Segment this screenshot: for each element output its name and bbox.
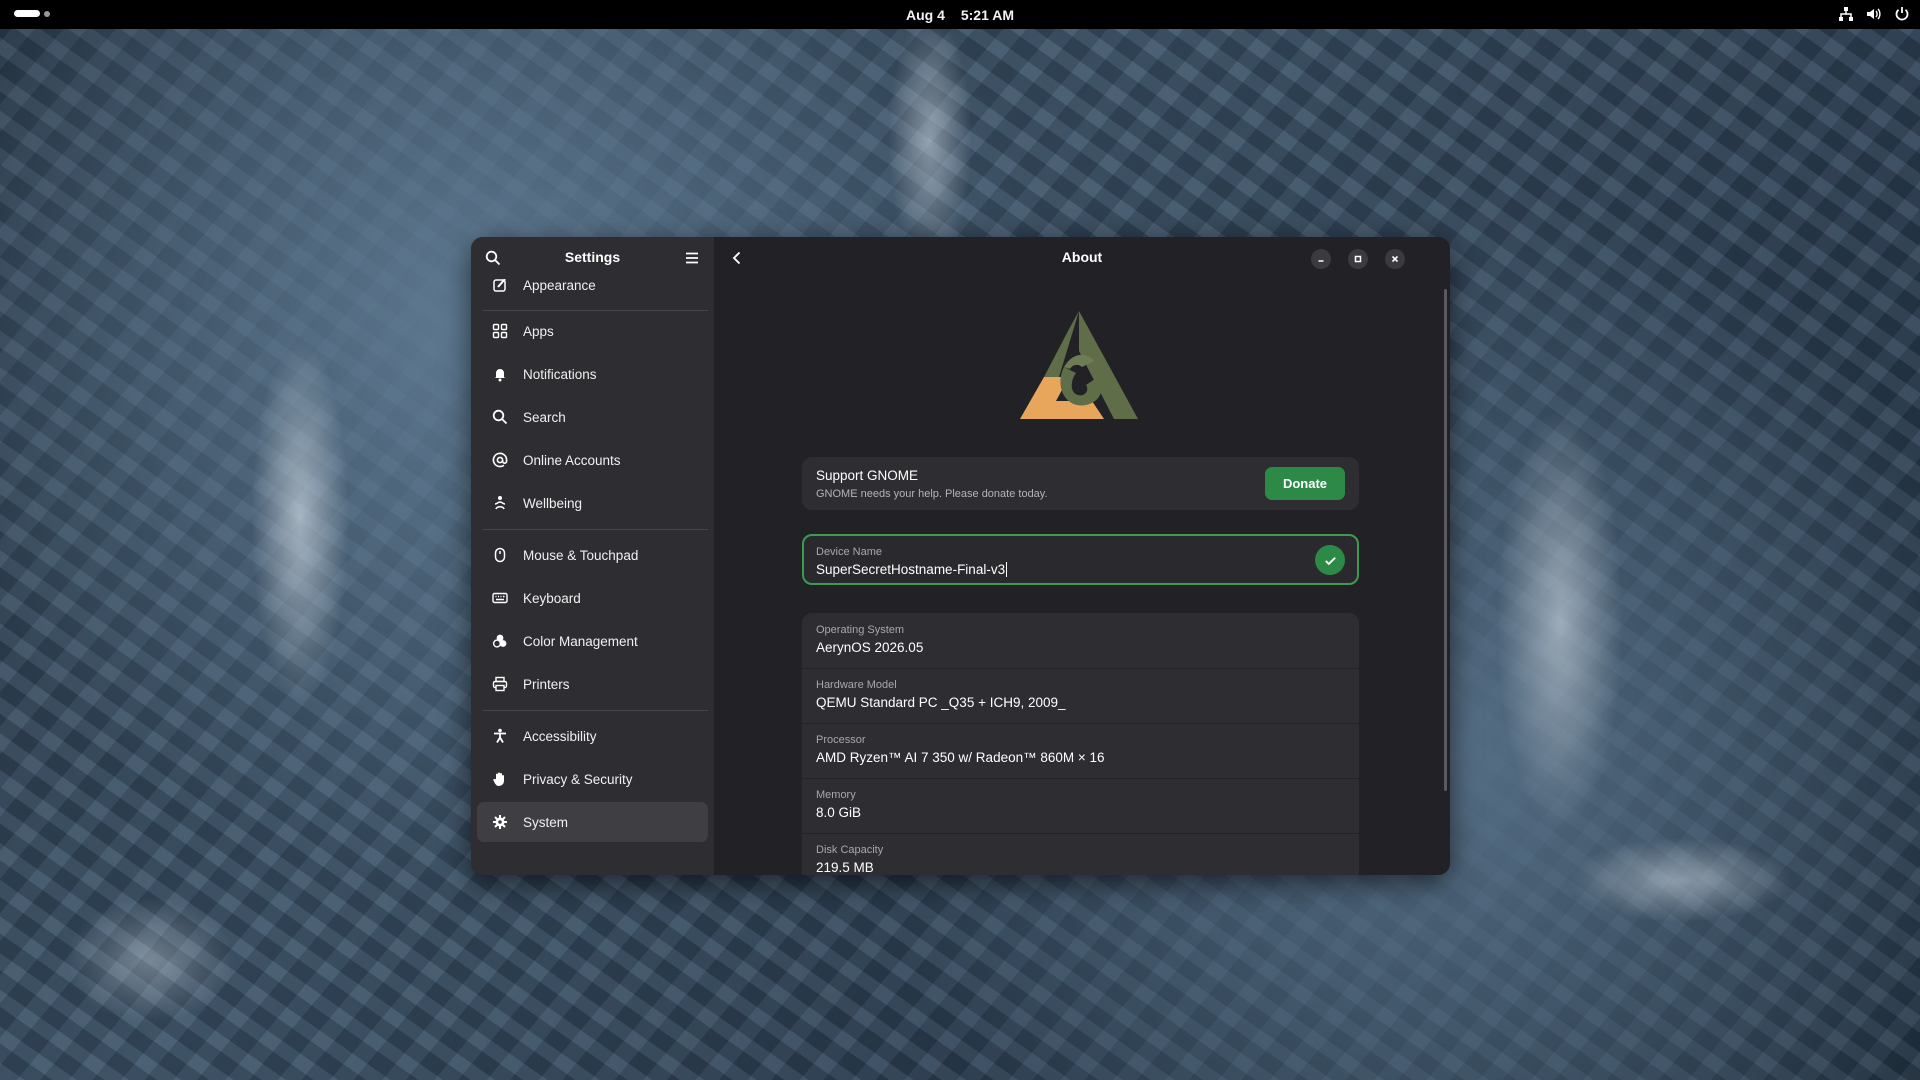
printer-icon (491, 675, 509, 693)
info-row-processor: Processor AMD Ryzen™ AI 7 350 w/ Radeon™… (802, 723, 1359, 779)
info-label: Hardware Model (816, 679, 897, 691)
confirm-button[interactable] (1315, 545, 1345, 575)
bell-icon (491, 365, 509, 383)
close-icon (1391, 255, 1399, 263)
page-title: About (1061, 249, 1103, 265)
clock-date: Aug 4 (905, 6, 945, 23)
sidebar: Settings Appearance Apps Notifications S… (471, 237, 714, 875)
color-icon (491, 632, 509, 650)
sidebar-item-wellbeing[interactable]: Wellbeing (477, 483, 708, 523)
support-subtitle: GNOME needs your help. Please donate tod… (816, 488, 1048, 500)
sidebar-item-search[interactable]: Search (477, 397, 708, 437)
sidebar-list: Appearance Apps Notifications Search Onl… (477, 279, 708, 875)
volume-icon[interactable] (1866, 6, 1882, 22)
device-name-input[interactable]: SuperSecretHostname-Final-v3 (816, 562, 1008, 577)
sidebar-item-system[interactable]: System (477, 802, 708, 842)
keyboard-icon (491, 589, 509, 607)
info-value: 8.0 GiB (816, 805, 862, 820)
info-row-disk-capacity: Disk Capacity 219.5 MB (802, 833, 1359, 875)
about-page: About Support GNOME GNOME needs your hel… (714, 237, 1450, 875)
text-cursor (1006, 562, 1008, 577)
appearance-icon (491, 279, 509, 294)
minimize-button[interactable] (1311, 249, 1331, 269)
info-label: Memory (816, 789, 856, 801)
support-title: Support GNOME (816, 468, 919, 483)
device-name-field[interactable]: Device Name SuperSecretHostname-Final-v3 (802, 534, 1359, 585)
apps-grid-icon (491, 322, 509, 340)
sidebar-header: Settings (471, 237, 714, 279)
info-row-memory: Memory 8.0 GiB (802, 778, 1359, 834)
device-name-value: SuperSecretHostname-Final-v3 (816, 562, 1006, 577)
at-sign-icon (491, 451, 509, 469)
hamburger-icon (686, 252, 698, 264)
sidebar-item-accessibility[interactable]: Accessibility (477, 716, 708, 756)
info-row-operating-system: Operating System AerynOS 2026.05 (802, 613, 1359, 669)
close-button[interactable] (1385, 249, 1405, 269)
maximize-button[interactable] (1348, 249, 1368, 269)
network-icon[interactable] (1838, 6, 1854, 22)
sidebar-item-label: Online Accounts (523, 452, 621, 468)
minimize-icon (1318, 260, 1324, 262)
info-label: Processor (816, 734, 866, 746)
sidebar-item-label: Printers (523, 676, 570, 692)
search-icon (491, 408, 509, 426)
hand-icon (491, 770, 509, 788)
sidebar-item-apps[interactable]: Apps (477, 311, 708, 351)
sidebar-item-label: Mouse & Touchpad (523, 547, 639, 563)
checkmark-icon (1324, 556, 1336, 565)
info-value: QEMU Standard PC _Q35 + ICH9, 2009_ (816, 695, 1066, 710)
settings-window: Settings Appearance Apps Notifications S… (471, 237, 1450, 875)
info-label: Disk Capacity (816, 844, 884, 856)
content-header: About (714, 237, 1450, 279)
sidebar-item-printers[interactable]: Printers (477, 664, 708, 704)
info-value: 219.5 MB (816, 860, 874, 875)
divider (483, 710, 708, 711)
top-bar: Aug 4 5:21 AM (0, 0, 1920, 29)
sidebar-item-label: Color Management (523, 633, 638, 649)
gear-icon (491, 813, 509, 831)
wellbeing-icon (491, 494, 509, 512)
sidebar-item-label: Appearance (523, 279, 596, 293)
divider (483, 529, 708, 530)
sidebar-item-label: Wellbeing (523, 495, 583, 511)
sidebar-item-notifications[interactable]: Notifications (477, 354, 708, 394)
os-logo (1020, 311, 1138, 419)
sidebar-item-label: Privacy & Security (523, 771, 633, 787)
accessibility-icon (491, 727, 509, 745)
sidebar-item-privacy-security[interactable]: Privacy & Security (477, 759, 708, 799)
sidebar-item-label: Notifications (523, 366, 597, 382)
info-row-hardware-model: Hardware Model QEMU Standard PC _Q35 + I… (802, 668, 1359, 724)
mouse-icon (491, 546, 509, 564)
device-name-label: Device Name (816, 546, 883, 558)
main-menu-button[interactable] (676, 243, 708, 273)
sidebar-item-label: Accessibility (523, 728, 597, 744)
scrollbar[interactable] (1444, 289, 1447, 791)
maximize-icon (1354, 255, 1362, 263)
support-gnome-card: Support GNOME GNOME needs your help. Ple… (802, 457, 1359, 510)
clock-time: 5:21 AM (960, 6, 1015, 23)
sidebar-item-label: Search (523, 409, 566, 425)
info-value: AMD Ryzen™ AI 7 350 w/ Radeon™ 860M × 16 (816, 750, 1105, 765)
info-label: Operating System (816, 624, 905, 636)
clock[interactable]: Aug 4 5:21 AM (0, 0, 1920, 29)
sidebar-item-appearance[interactable]: Appearance (477, 279, 708, 305)
sidebar-item-mouse-touchpad[interactable]: Mouse & Touchpad (477, 535, 708, 575)
sidebar-item-keyboard[interactable]: Keyboard (477, 578, 708, 618)
donate-button[interactable]: Donate (1265, 467, 1345, 500)
system-tray[interactable] (1838, 6, 1910, 22)
power-icon[interactable] (1894, 6, 1910, 22)
sidebar-item-label: Apps (523, 323, 554, 339)
sidebar-item-label: System (523, 814, 569, 830)
info-value: AerynOS 2026.05 (816, 640, 924, 655)
sidebar-item-online-accounts[interactable]: Online Accounts (477, 440, 708, 480)
sidebar-item-color-management[interactable]: Color Management (477, 621, 708, 661)
system-info-list: Operating System AerynOS 2026.05 Hardwar… (802, 613, 1359, 875)
sidebar-item-label: Keyboard (523, 590, 581, 606)
